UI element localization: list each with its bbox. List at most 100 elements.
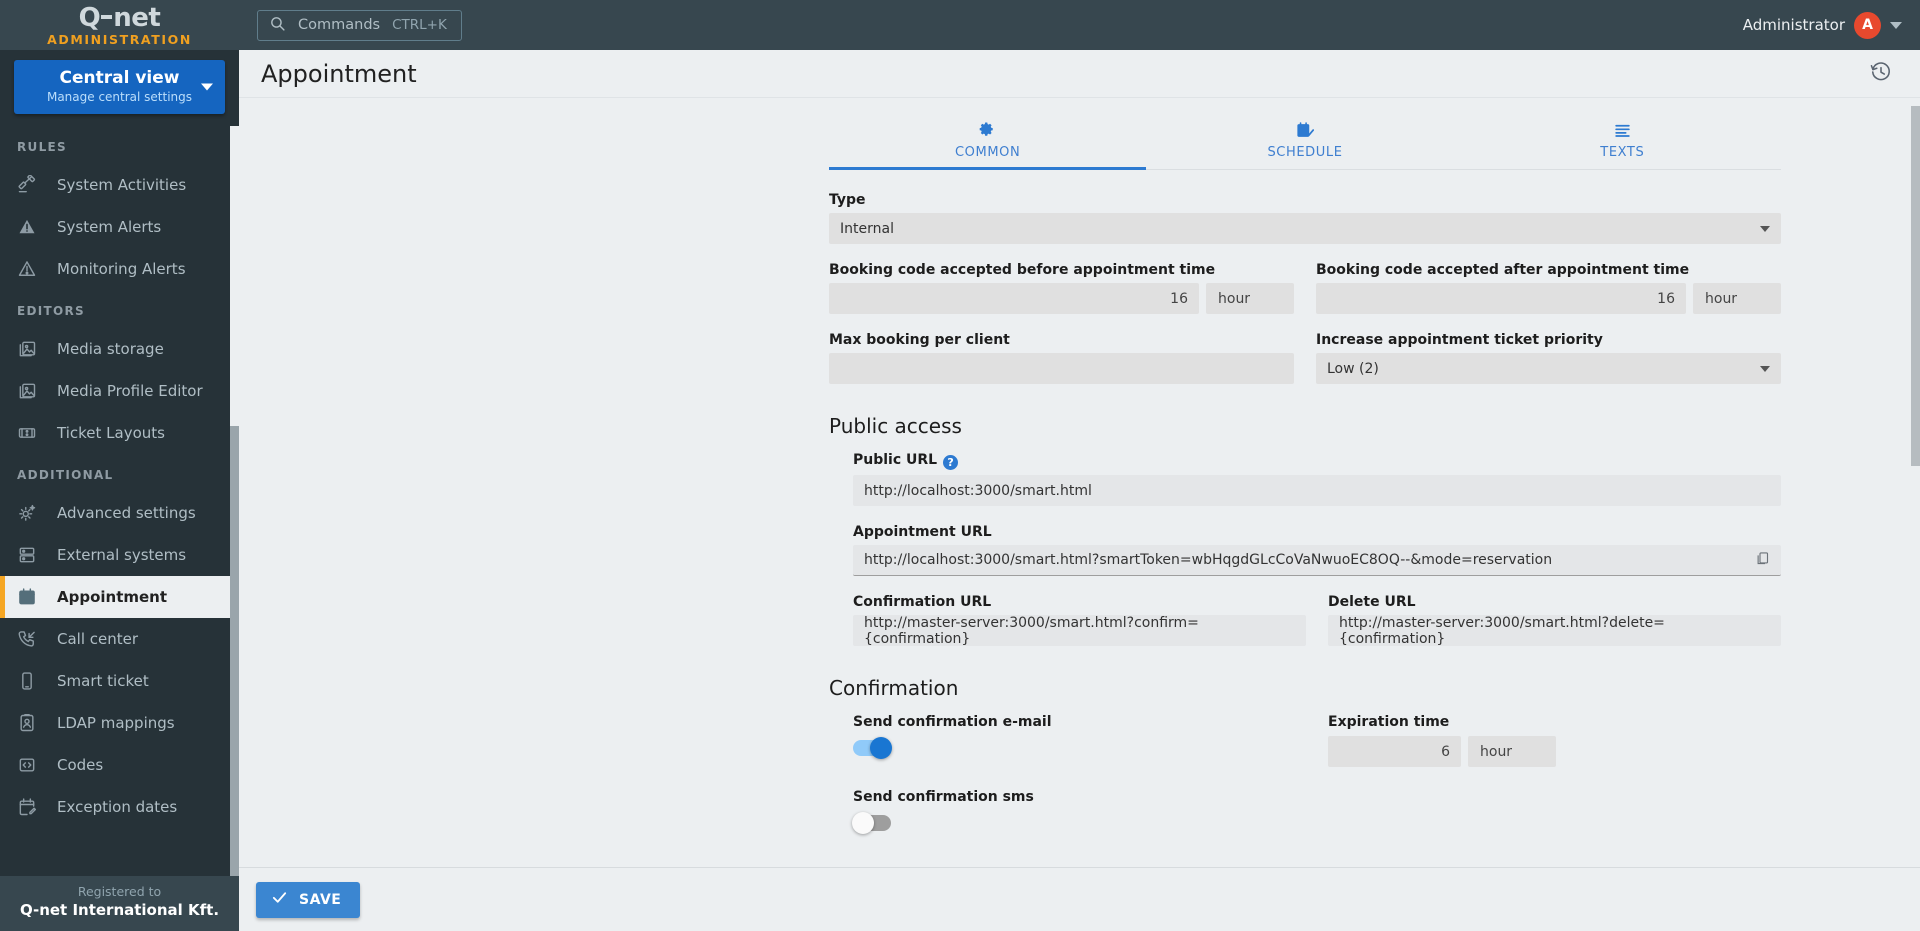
sidebar-section-title: EDITORS (17, 303, 85, 318)
sidebar-item-media-storage[interactable]: Media storage (0, 328, 239, 370)
warning-triangle-icon (17, 217, 47, 237)
confirmation-email-row: Send confirmation e-mail Expiration time… (853, 714, 1781, 767)
copy-icon[interactable] (1755, 551, 1770, 570)
sidebar-item-system-alerts[interactable]: System Alerts (0, 206, 239, 248)
view-selector[interactable]: Central view Manage central settings (14, 60, 225, 114)
sidebar-item-ldap-mappings[interactable]: LDAP mappings (0, 702, 239, 744)
search-icon (269, 15, 286, 36)
booking-after-unit-select[interactable]: hour (1693, 283, 1781, 314)
content-scrollbar-thumb[interactable] (1911, 106, 1920, 466)
page-title: Appointment (261, 59, 417, 88)
field-appointment-url: Appointment URL http://localhost:3000/sm… (853, 524, 1781, 576)
content-scrollbar[interactable] (1911, 98, 1920, 931)
delete-url-input[interactable]: http://master-server:3000/smart.html?del… (1328, 615, 1781, 647)
sidebar-scrollbar[interactable] (230, 125, 239, 876)
sidebar-item-call-center[interactable]: Call center (0, 618, 239, 660)
send-email-toggle-knob (870, 737, 892, 759)
calendar-icon (1146, 121, 1463, 140)
user-menu[interactable]: Administrator A (1743, 11, 1902, 39)
tab-bar: COMMON SCHEDULE TEXTS (829, 110, 1781, 170)
commands-search[interactable]: Commands CTRL+K (257, 9, 462, 41)
tab-texts[interactable]: TEXTS (1464, 110, 1781, 169)
confirm-delete-url-row: Confirmation URL http://master-server:30… (853, 594, 1781, 647)
send-sms-toggle[interactable] (852, 812, 891, 834)
tab-common[interactable]: COMMON (829, 110, 1147, 170)
sidebar-item-label: System Alerts (57, 217, 162, 236)
sidebar-item-label: System Activities (57, 175, 187, 194)
tab-schedule-label: SCHEDULE (1267, 145, 1343, 160)
expiration-controls: 6 hour (1328, 736, 1556, 767)
history-icon[interactable] (1870, 61, 1892, 87)
image-stack-icon (17, 381, 47, 401)
sidebar-item-label: LDAP mappings (57, 713, 175, 732)
send-email-toggle[interactable] (853, 737, 892, 759)
field-booking-after: Booking code accepted after appointment … (1316, 262, 1781, 314)
booking-after-label: Booking code accepted after appointment … (1316, 262, 1690, 278)
calendar-check-icon (17, 587, 47, 607)
appointment-form: Type Internal Booking code accepted befo… (829, 170, 1781, 891)
max-booking-row: Max booking per client Increase appointm… (829, 332, 1781, 384)
appointment-url-input[interactable]: http://localhost:3000/smart.html?smartTo… (853, 545, 1781, 576)
chevron-down-icon (1890, 21, 1902, 29)
sidebar-item-advanced-settings[interactable]: Advanced settings (0, 492, 239, 534)
main-area: Commands CTRL+K Administrator A Appointm… (239, 0, 1920, 931)
confirmation-url-input[interactable]: http://master-server:3000/smart.html?con… (853, 615, 1306, 647)
sidebar-item-label: Advanced settings (57, 503, 196, 522)
commands-shortcut: CTRL+K (392, 17, 447, 33)
send-email-label: Send confirmation e-mail (853, 714, 1052, 730)
sidebar-item-ticket-layouts[interactable]: Ticket Layouts (0, 412, 239, 454)
expiration-input[interactable]: 6 (1328, 736, 1461, 767)
booking-after-input[interactable]: 16 (1316, 283, 1686, 314)
save-button[interactable]: SAVE (256, 881, 361, 918)
tab-schedule[interactable]: SCHEDULE (1146, 110, 1463, 169)
sidebar-item-appointment[interactable]: Appointment (0, 575, 239, 618)
registered-footer: Registered to Q-net International Kft. (0, 876, 239, 931)
save-bar: SAVE (239, 867, 1920, 931)
sidebar-item-codes[interactable]: Codes (0, 744, 239, 786)
sidebar-item-label: Smart ticket (57, 671, 149, 690)
expiration-unit-value: hour (1480, 743, 1513, 760)
sidebar-item-exception-dates[interactable]: Exception dates (0, 786, 239, 828)
max-booking-input[interactable] (829, 353, 1294, 384)
brand-logo-dash (101, 14, 113, 19)
public-access-title: Public access (829, 414, 962, 438)
booking-after-controls: 16 hour (1316, 283, 1781, 314)
priority-select[interactable]: Low (2) (1316, 353, 1781, 384)
chevron-down-icon (1760, 365, 1770, 372)
sidebar-item-smart-ticket[interactable]: Smart ticket (0, 660, 239, 702)
phone-incoming-icon (17, 629, 47, 649)
sidebar-section-title: ADDITIONAL (17, 467, 114, 482)
mobile-icon (17, 671, 47, 691)
public-url-input[interactable]: http://localhost:3000/smart.html (853, 475, 1781, 506)
field-send-sms: Send confirmation sms (852, 789, 1781, 834)
field-booking-before: Booking code accepted before appointment… (829, 262, 1294, 314)
sidebar-item-media-profile-editor[interactable]: Media Profile Editor (0, 370, 239, 412)
brand-subtitle: ADMINISTRATION (47, 31, 192, 47)
booking-before-input[interactable]: 16 (829, 283, 1199, 314)
type-select[interactable]: Internal (829, 213, 1781, 244)
sidebar-item-system-activities[interactable]: System Activities (0, 164, 239, 206)
booking-after-unit-value: hour (1705, 290, 1738, 307)
tab-common-label: COMMON (955, 145, 1021, 160)
view-selector-wrap: Central view Manage central settings (0, 50, 239, 126)
chevron-down-icon (1760, 225, 1770, 232)
priority-select-value: Low (2) (1327, 360, 1379, 377)
gavel-icon (17, 174, 47, 195)
sidebar-nav-scroll[interactable]: RULES System Activities System Alerts Monit… (0, 125, 239, 876)
content-inner: COMMON SCHEDULE TEXTS Type Internal Book… (239, 110, 1920, 931)
sidebar-item-external-systems[interactable]: External systems (0, 534, 239, 576)
calendar-edit-icon (17, 797, 47, 817)
commands-label: Commands (298, 17, 381, 33)
gear-icon (829, 121, 1146, 140)
sidebar-item-label: External systems (57, 545, 187, 564)
help-icon[interactable]: ? (943, 455, 959, 470)
expiration-unit-select[interactable]: hour (1468, 736, 1556, 767)
avatar: A (1854, 11, 1881, 39)
booking-before-unit-select[interactable]: hour (1206, 283, 1294, 314)
field-confirmation-url: Confirmation URL http://master-server:30… (853, 594, 1306, 647)
view-selector-title: Central view (59, 68, 180, 88)
sidebar-item-label: Exception dates (57, 797, 178, 816)
content-scroll-area[interactable]: COMMON SCHEDULE TEXTS Type Internal Book… (239, 98, 1920, 931)
sidebar-scrollbar-thumb[interactable] (230, 425, 239, 876)
sidebar-item-monitoring-alerts[interactable]: Monitoring Alerts (0, 248, 239, 290)
